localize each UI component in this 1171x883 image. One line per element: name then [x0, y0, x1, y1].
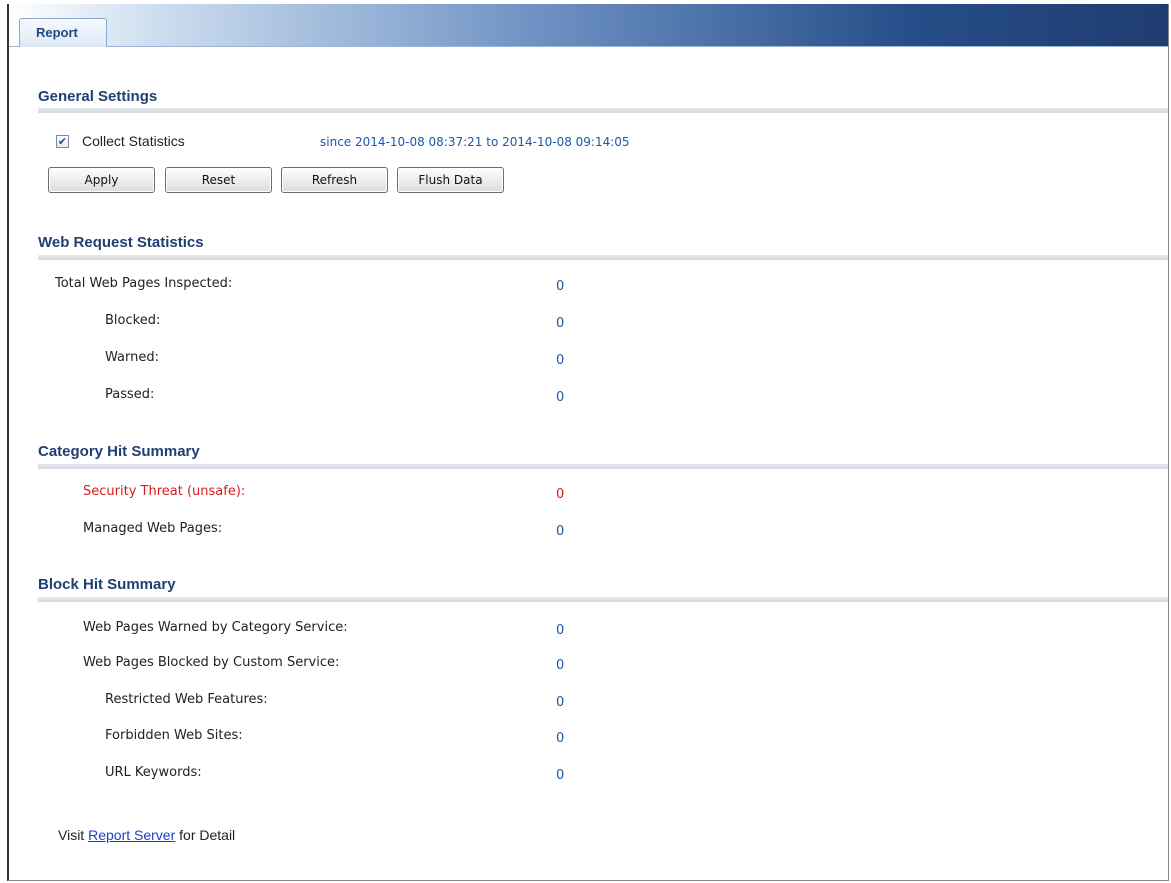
web-request-row-label: Passed:	[105, 387, 155, 402]
report-panel: Report General Settings ✔ Collect Statis…	[7, 4, 1169, 881]
section-divider	[38, 597, 1168, 602]
report-server-link[interactable]: Report Server	[88, 827, 175, 843]
web-request-row-value: 0	[556, 353, 565, 368]
footer-suffix: for Detail	[179, 827, 236, 843]
flush-data-button[interactable]: Flush Data	[397, 167, 504, 193]
block-row-value: 0	[556, 658, 565, 673]
block-row-label: Web Pages Blocked by Custom Service:	[83, 655, 340, 670]
checkmark-icon: ✔	[57, 135, 68, 148]
reset-button[interactable]: Reset	[165, 167, 272, 193]
collect-statistics-label: Collect Statistics	[82, 133, 185, 149]
category-row-label: Managed Web Pages:	[83, 521, 223, 536]
web-request-row-label: Blocked:	[105, 313, 161, 328]
section-divider	[38, 108, 1168, 113]
block-row-label: URL Keywords:	[105, 765, 202, 780]
web-request-row-value: 0	[556, 279, 565, 294]
block-row-value: 0	[556, 695, 565, 710]
web-request-row-label: Warned:	[105, 350, 159, 365]
apply-button[interactable]: Apply	[48, 167, 155, 193]
general-settings-title: General Settings	[38, 88, 158, 105]
collect-statistics-checkbox[interactable]: ✔	[56, 135, 69, 148]
web-request-row-value: 0	[556, 316, 565, 331]
category-hit-summary-title: Category Hit Summary	[38, 443, 200, 460]
section-divider	[38, 464, 1168, 469]
block-row-label: Restricted Web Features:	[105, 692, 268, 707]
web-request-row-label: Total Web Pages Inspected:	[55, 276, 233, 291]
block-row-value: 0	[556, 623, 565, 638]
section-divider	[38, 255, 1168, 260]
security-threat-value: 0	[556, 487, 565, 502]
statistics-time-range: since 2014-10-08 08:37:21 to 2014-10-08 …	[320, 135, 630, 149]
web-request-row-value: 0	[556, 390, 565, 405]
block-row-value: 0	[556, 768, 565, 783]
tab-bar: Report	[9, 4, 1168, 47]
category-row-value: 0	[556, 524, 565, 539]
refresh-button[interactable]: Refresh	[281, 167, 388, 193]
block-row-value: 0	[556, 731, 565, 746]
tab-report[interactable]: Report	[19, 18, 107, 47]
block-row-label: Forbidden Web Sites:	[105, 728, 243, 743]
report-server-footer: Visit Report Server for Detail	[58, 827, 235, 843]
web-request-statistics-title: Web Request Statistics	[38, 234, 204, 251]
footer-prefix: Visit	[58, 827, 85, 843]
block-hit-summary-title: Block Hit Summary	[38, 576, 176, 593]
block-row-label: Web Pages Warned by Category Service:	[83, 620, 348, 635]
security-threat-label: Security Threat (unsafe):	[83, 484, 246, 499]
